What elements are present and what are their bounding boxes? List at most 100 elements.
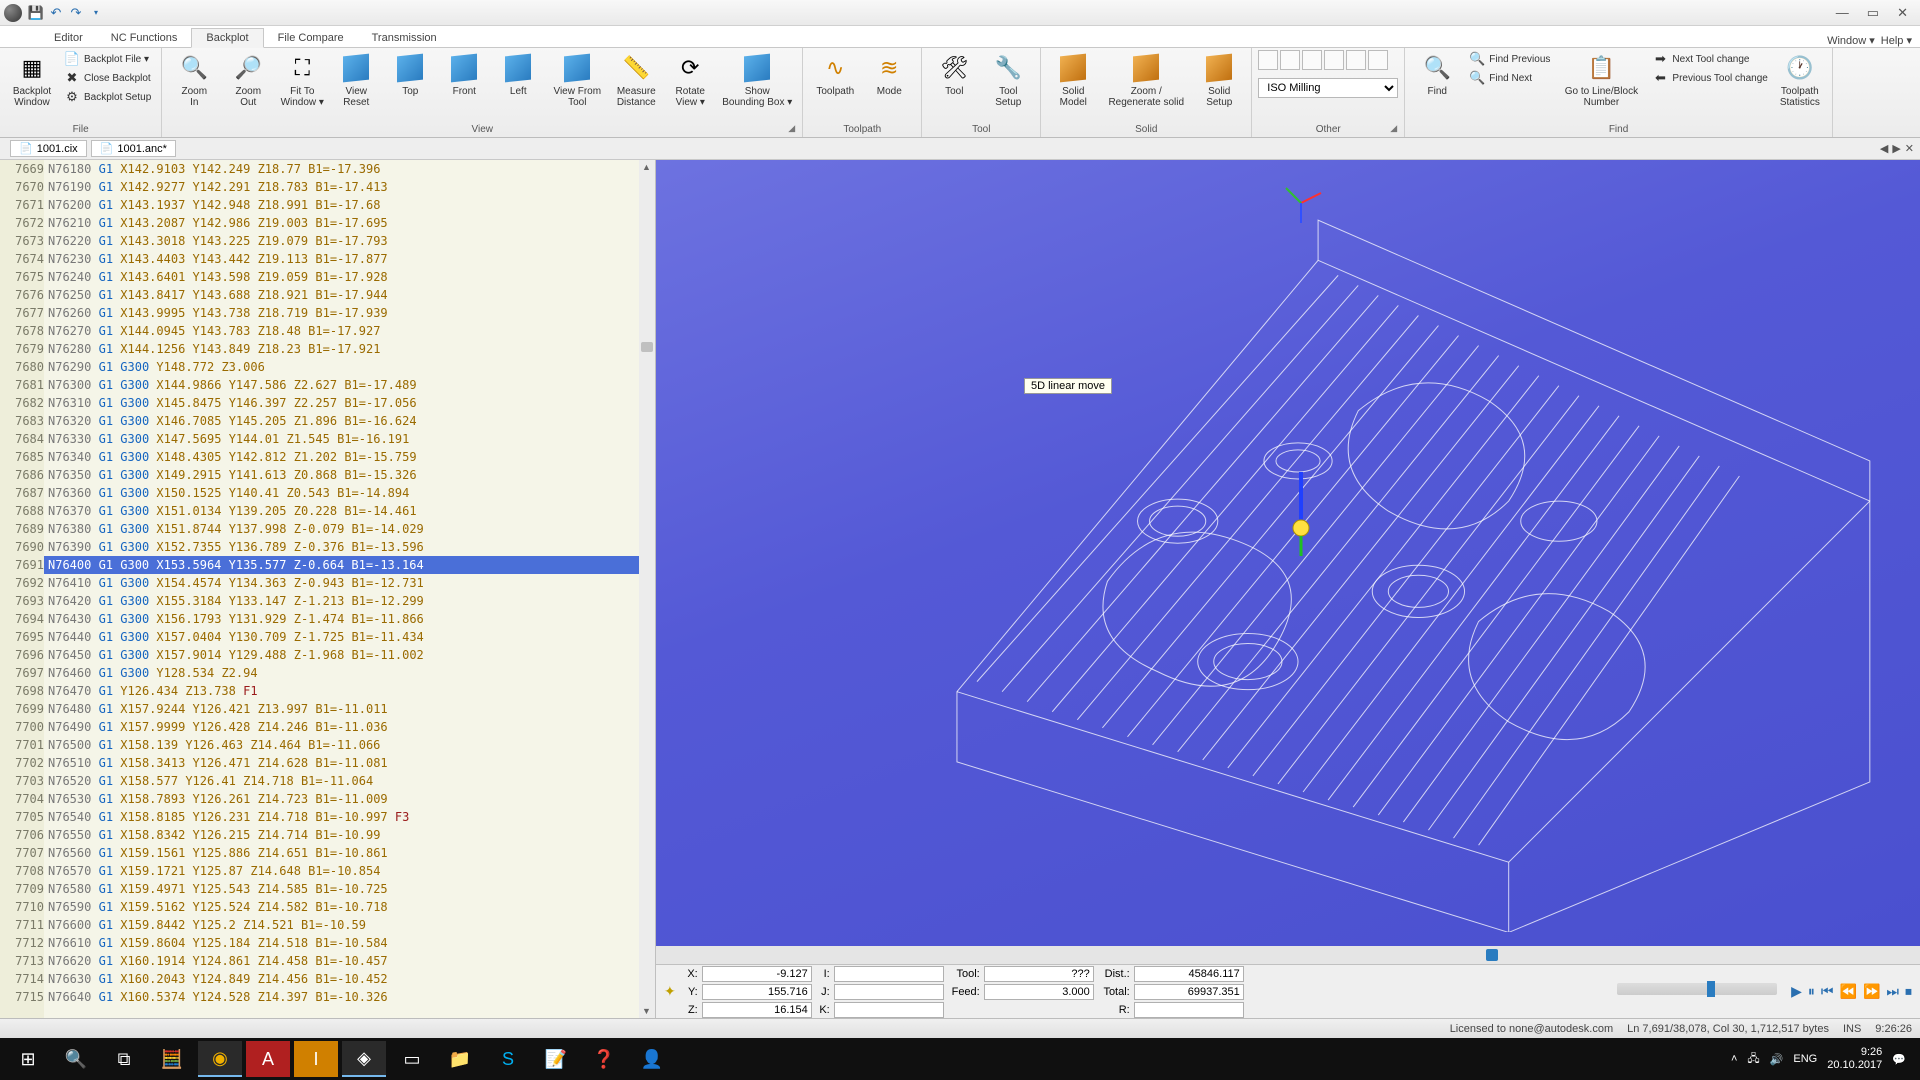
qat-undo-icon[interactable]: ↶ (46, 4, 66, 22)
menu-window[interactable]: Window ▾ (1827, 34, 1875, 47)
find-previous-button[interactable]: 🔍Find Previous (1465, 50, 1554, 68)
backplot-setup-button[interactable]: ⚙Backplot Setup (60, 88, 155, 106)
tray-chevron-icon[interactable]: ˄ (1731, 1053, 1737, 1065)
other-buttons-grid[interactable] (1258, 50, 1388, 70)
stop-button[interactable]: ⏹ (1905, 983, 1912, 1000)
close-button[interactable]: ✕ (1897, 5, 1908, 21)
tray-lang[interactable]: ENG (1793, 1053, 1817, 1065)
doctab-1001-cix[interactable]: 📄1001.cix (10, 140, 87, 157)
tab-close[interactable]: ✕ (1905, 142, 1914, 155)
fit-window-button[interactable]: ⛶Fit To Window ▾ (276, 50, 328, 110)
notes-button[interactable]: 📝 (534, 1041, 578, 1077)
tab-file-compare[interactable]: File Compare (264, 29, 358, 47)
measure-button[interactable]: 📏Measure Distance (610, 50, 662, 110)
rotate-button[interactable]: ⟳Rotate View ▾ (664, 50, 716, 110)
mode-button[interactable]: ≋Mode (863, 50, 915, 99)
dialog-launcher-icon[interactable]: ◢ (1390, 123, 1402, 135)
readout-y[interactable] (702, 984, 812, 1000)
toolpath-stats-button[interactable]: 🕐Toolpath Statistics (1774, 50, 1826, 110)
readout-k[interactable] (834, 1002, 944, 1018)
dialog-launcher-icon[interactable]: ◢ (788, 123, 800, 135)
readout-total[interactable] (1134, 984, 1244, 1000)
app3-button[interactable]: 👤 (630, 1041, 674, 1077)
speed-thumb[interactable] (1707, 981, 1715, 997)
top-button[interactable]: Top (384, 50, 436, 99)
qat-more-icon[interactable]: ▾ (86, 4, 106, 22)
inventor-button[interactable]: I (294, 1041, 338, 1077)
code-editor[interactable]: 7669767076717672767376747675767676777678… (0, 160, 656, 1018)
3d-canvas[interactable]: 5D linear move (656, 160, 1920, 946)
doctab-1001-anc[interactable]: 📄1001.anc* (91, 140, 176, 157)
minimize-button[interactable]: — (1836, 5, 1849, 21)
speed-slider[interactable] (1617, 983, 1777, 995)
view-from-tool-button[interactable]: View From Tool (546, 50, 608, 110)
chrome-button[interactable]: ◉ (198, 1041, 242, 1077)
search-button[interactable]: 🔍 (54, 1041, 98, 1077)
backplot-window-button[interactable]: ▦ Backplot Window (6, 50, 58, 110)
timeline-slider[interactable] (656, 946, 1920, 964)
pause-button[interactable]: ⏸ (1808, 983, 1815, 1000)
readout-dist[interactable] (1134, 966, 1244, 982)
view-reset-button[interactable]: View Reset (330, 50, 382, 110)
solid-setup-button[interactable]: Solid Setup (1193, 50, 1245, 110)
help-button[interactable]: ❓ (582, 1041, 626, 1077)
solid-model-button[interactable]: Solid Model (1047, 50, 1099, 110)
qat-save-icon[interactable]: 💾 (26, 4, 46, 22)
taskview-button[interactable]: ⧉ (102, 1041, 146, 1077)
zoom-out-button[interactable]: 🔎Zoom Out (222, 50, 274, 110)
tray-notifications-icon[interactable]: 💬 (1892, 1053, 1906, 1066)
readout-r[interactable] (1134, 1002, 1244, 1018)
backplot-file-button[interactable]: 📄Backplot File ▾ (60, 50, 155, 68)
skip-fwd-button[interactable]: ⏭ (1886, 983, 1899, 1000)
bounding-box-button[interactable]: Show Bounding Box ▾ (718, 50, 796, 110)
app2-button[interactable]: ▭ (390, 1041, 434, 1077)
tab-nav-left[interactable]: ◀ (1880, 142, 1888, 155)
next-toolchange-button[interactable]: ➡Next Tool change (1648, 50, 1771, 68)
readout-z[interactable] (702, 1002, 812, 1018)
find-next-button[interactable]: 🔍Find Next (1465, 69, 1554, 87)
tab-transmission[interactable]: Transmission (358, 29, 451, 47)
tool-setup-button[interactable]: 🔧Tool Setup (982, 50, 1034, 110)
maximize-button[interactable]: ▭ (1867, 5, 1879, 21)
regenerate-solid-button[interactable]: Zoom / Regenerate solid (1101, 50, 1191, 110)
tab-editor[interactable]: Editor (40, 29, 97, 47)
tab-backplot[interactable]: Backplot (191, 28, 263, 48)
tool-button[interactable]: 🛠Tool (928, 50, 980, 99)
readout-feed[interactable] (984, 984, 1094, 1000)
vertical-scrollbar[interactable]: ▲ ▼ (639, 160, 655, 1018)
find-button[interactable]: 🔍Find (1411, 50, 1463, 99)
scroll-thumb[interactable] (641, 342, 653, 352)
readout-i[interactable] (834, 966, 944, 982)
system-tray[interactable]: ˄ 🖧 🔊 ENG 9:26 20.10.2017 💬 (1731, 1046, 1914, 1072)
tab-nc-functions[interactable]: NC Functions (97, 29, 192, 47)
tray-network-icon[interactable]: 🖧 (1747, 1050, 1759, 1069)
tray-volume-icon[interactable]: 🔊 (1770, 1053, 1784, 1066)
explorer-button[interactable]: 📁 (438, 1041, 482, 1077)
timeline-thumb[interactable] (1486, 949, 1498, 961)
tab-nav-right[interactable]: ▶ (1892, 142, 1900, 155)
skype-button[interactable]: S (486, 1041, 530, 1077)
machine-select[interactable]: ISO Milling (1258, 78, 1398, 98)
readout-x[interactable] (702, 966, 812, 982)
menu-help[interactable]: Help ▾ (1881, 34, 1912, 47)
step-fwd-button[interactable]: ⏩ (1863, 983, 1880, 1000)
code-content[interactable]: N76180 G1 X142.9103 Y142.249 Z18.77 B1=-… (44, 160, 639, 1018)
tray-clock[interactable]: 9:26 20.10.2017 (1827, 1046, 1882, 1072)
readout-tool[interactable] (984, 966, 1094, 982)
prev-toolchange-button[interactable]: ⬅Previous Tool change (1648, 69, 1771, 87)
start-button[interactable]: ⊞ (6, 1041, 50, 1077)
close-backplot-button[interactable]: ✖Close Backplot (60, 69, 155, 87)
left-button[interactable]: Left (492, 50, 544, 99)
calculator-button[interactable]: 🧮 (150, 1041, 194, 1077)
readout-j[interactable] (834, 984, 944, 1000)
skip-back-button[interactable]: ⏮ (1821, 983, 1834, 1000)
front-button[interactable]: Front (438, 50, 490, 99)
zoom-in-button[interactable]: 🔍Zoom In (168, 50, 220, 110)
autocad-button[interactable]: A (246, 1041, 290, 1077)
app-button[interactable]: ◈ (342, 1041, 386, 1077)
goto-line-button[interactable]: 📋Go to Line/Block Number (1556, 50, 1646, 110)
qat-redo-icon[interactable]: ↷ (66, 4, 86, 22)
step-back-button[interactable]: ⏪ (1840, 983, 1857, 1000)
toolpath-button[interactable]: ∿Toolpath (809, 50, 861, 99)
play-button[interactable]: ▶ (1791, 983, 1802, 1000)
